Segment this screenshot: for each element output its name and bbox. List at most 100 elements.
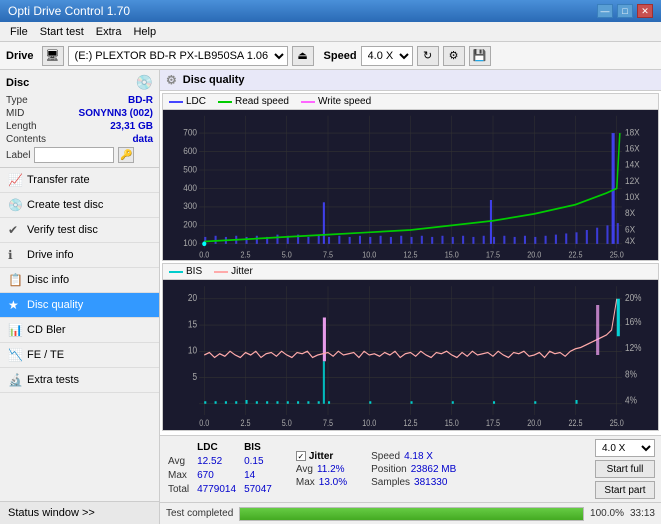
- ldc-dot: [169, 101, 183, 103]
- disc-panel-title: Disc: [6, 77, 29, 89]
- svg-text:25.0: 25.0: [610, 250, 624, 259]
- svg-text:20.0: 20.0: [527, 250, 541, 259]
- drive-select[interactable]: (E:) PLEXTOR BD-R PX-LB950SA 1.06: [68, 46, 288, 66]
- speed-stat-value: 4.18 X: [404, 451, 433, 462]
- svg-text:6X: 6X: [625, 224, 635, 235]
- disc-info-icon: 📋: [8, 273, 22, 287]
- progress-area: Test completed 100.0% 33:13: [160, 502, 661, 524]
- svg-text:17.5: 17.5: [486, 250, 500, 259]
- chart2-legend: BIS Jitter: [163, 264, 658, 280]
- maximize-button[interactable]: □: [617, 4, 633, 18]
- transfer-rate-icon: 📈: [8, 173, 22, 187]
- svg-text:400: 400: [183, 182, 197, 193]
- sidebar-item-transfer-rate[interactable]: 📈 Transfer rate: [0, 168, 159, 193]
- quality-header-icon: ⚙: [166, 73, 177, 87]
- sidebar-item-label: CD Bler: [27, 324, 66, 336]
- jitter-checkbox[interactable]: ✓: [296, 451, 306, 461]
- status-text: Test completed: [166, 508, 233, 519]
- bis-total-value: 57047: [244, 484, 278, 496]
- svg-text:2.5: 2.5: [240, 250, 250, 259]
- sidebar-item-cd-bler[interactable]: 📊 CD Bler: [0, 318, 159, 343]
- eject-button[interactable]: ⏏: [292, 46, 314, 66]
- speed-section: Speed 4.18 X Position 23862 MB Samples 3…: [371, 451, 456, 488]
- save-button[interactable]: 💾: [469, 46, 491, 66]
- svg-text:15: 15: [188, 319, 197, 330]
- disc-contents-label: Contents: [6, 134, 46, 145]
- progress-percent: 100.0%: [590, 508, 624, 519]
- svg-text:12.5: 12.5: [403, 419, 418, 429]
- close-button[interactable]: ✕: [637, 4, 653, 18]
- menu-file[interactable]: File: [4, 24, 34, 40]
- test-speed-select[interactable]: 4.0 X: [595, 439, 655, 457]
- svg-text:4%: 4%: [625, 395, 637, 406]
- status-window-button[interactable]: Status window >>: [0, 501, 159, 524]
- avg-row-label: Avg: [168, 456, 195, 468]
- create-test-disc-icon: 💿: [8, 198, 22, 212]
- menubar: File Start test Extra Help: [0, 22, 661, 42]
- jitter-dot: [214, 271, 228, 273]
- sidebar-item-label: FE / TE: [27, 349, 64, 361]
- svg-text:12X: 12X: [625, 175, 640, 186]
- cd-bler-icon: 📊: [8, 323, 22, 337]
- chart1-svg: 700 600 500 400 300 200 100 18X 16X 14X …: [163, 110, 658, 260]
- stats-table: LDC BIS Avg 12.52 0.15 Max 670 14 Tota: [166, 440, 280, 498]
- titlebar: Opti Drive Control 1.70 — □ ✕: [0, 0, 661, 22]
- ldc-avg-value: 12.52: [197, 456, 242, 468]
- disc-label-input[interactable]: [34, 147, 114, 163]
- right-controls: 4.0 X Start full Start part: [595, 439, 655, 499]
- svg-text:100: 100: [183, 238, 197, 249]
- start-full-button[interactable]: Start full: [595, 460, 655, 478]
- svg-text:200: 200: [183, 219, 197, 230]
- ldc-col-header: LDC: [197, 442, 218, 453]
- sidebar-item-fe-te[interactable]: 📉 FE / TE: [0, 343, 159, 368]
- chart1-container: LDC Read speed Write speed: [162, 93, 659, 261]
- svg-text:0.0: 0.0: [199, 419, 210, 429]
- sidebar-item-label: Verify test disc: [27, 224, 98, 236]
- speed-select-toolbar[interactable]: 4.0 X: [361, 46, 413, 66]
- menu-help[interactable]: Help: [127, 24, 162, 40]
- window-title: Opti Drive Control 1.70: [8, 4, 130, 18]
- svg-text:10: 10: [188, 345, 197, 356]
- svg-text:500: 500: [183, 164, 197, 175]
- disc-info-panel: Disc 💿 Type BD-R MID SONYNN3 (002) Lengt…: [0, 70, 159, 168]
- bis-col-header: BIS: [244, 442, 261, 453]
- chart2-svg-container: 20 15 10 5 20% 16% 12% 8% 4% 0.0 2.5 5.0: [163, 280, 658, 430]
- svg-text:10.0: 10.0: [362, 250, 376, 259]
- start-part-button[interactable]: Start part: [595, 481, 655, 499]
- sidebar-item-disc-quality[interactable]: ★ Disc quality: [0, 293, 159, 318]
- sidebar-item-extra-tests[interactable]: 🔬 Extra tests: [0, 368, 159, 393]
- ldc-max-value: 670: [197, 470, 242, 482]
- disc-length-label: Length: [6, 121, 37, 132]
- read-dot: [218, 101, 232, 103]
- write-label: Write speed: [318, 96, 371, 107]
- svg-text:22.5: 22.5: [568, 250, 582, 259]
- sidebar-item-disc-info[interactable]: 📋 Disc info: [0, 268, 159, 293]
- settings-button[interactable]: ⚙: [443, 46, 465, 66]
- ldc-label: LDC: [186, 96, 206, 107]
- svg-text:7.5: 7.5: [323, 250, 333, 259]
- drive-label: Drive: [6, 50, 34, 62]
- disc-type-label: Type: [6, 95, 28, 106]
- svg-text:0.0: 0.0: [199, 250, 209, 259]
- disc-label-button[interactable]: 🔑: [118, 147, 134, 163]
- svg-text:16%: 16%: [625, 316, 641, 327]
- menu-extra[interactable]: Extra: [90, 24, 128, 40]
- sidebar-item-create-test-disc[interactable]: 💿 Create test disc: [0, 193, 159, 218]
- total-row-label: Total: [168, 484, 195, 496]
- drive-info-icon: ℹ: [8, 248, 22, 262]
- menu-start-test[interactable]: Start test: [34, 24, 90, 40]
- svg-text:4X: 4X: [625, 235, 635, 246]
- window-controls: — □ ✕: [597, 4, 653, 18]
- minimize-button[interactable]: —: [597, 4, 613, 18]
- sidebar-item-drive-info[interactable]: ℹ Drive info: [0, 243, 159, 268]
- disc-contents-value: data: [132, 134, 153, 145]
- sidebar-item-verify-test-disc[interactable]: ✔ Verify test disc: [0, 218, 159, 243]
- svg-text:15.0: 15.0: [445, 250, 459, 259]
- position-label: Position: [371, 464, 407, 475]
- position-value: 23862 MB: [411, 464, 457, 475]
- refresh-button[interactable]: ↻: [417, 46, 439, 66]
- svg-text:8%: 8%: [625, 369, 637, 380]
- svg-text:5.0: 5.0: [282, 250, 292, 259]
- svg-text:14X: 14X: [625, 159, 640, 170]
- stats-row: LDC BIS Avg 12.52 0.15 Max 670 14 Tota: [166, 439, 655, 499]
